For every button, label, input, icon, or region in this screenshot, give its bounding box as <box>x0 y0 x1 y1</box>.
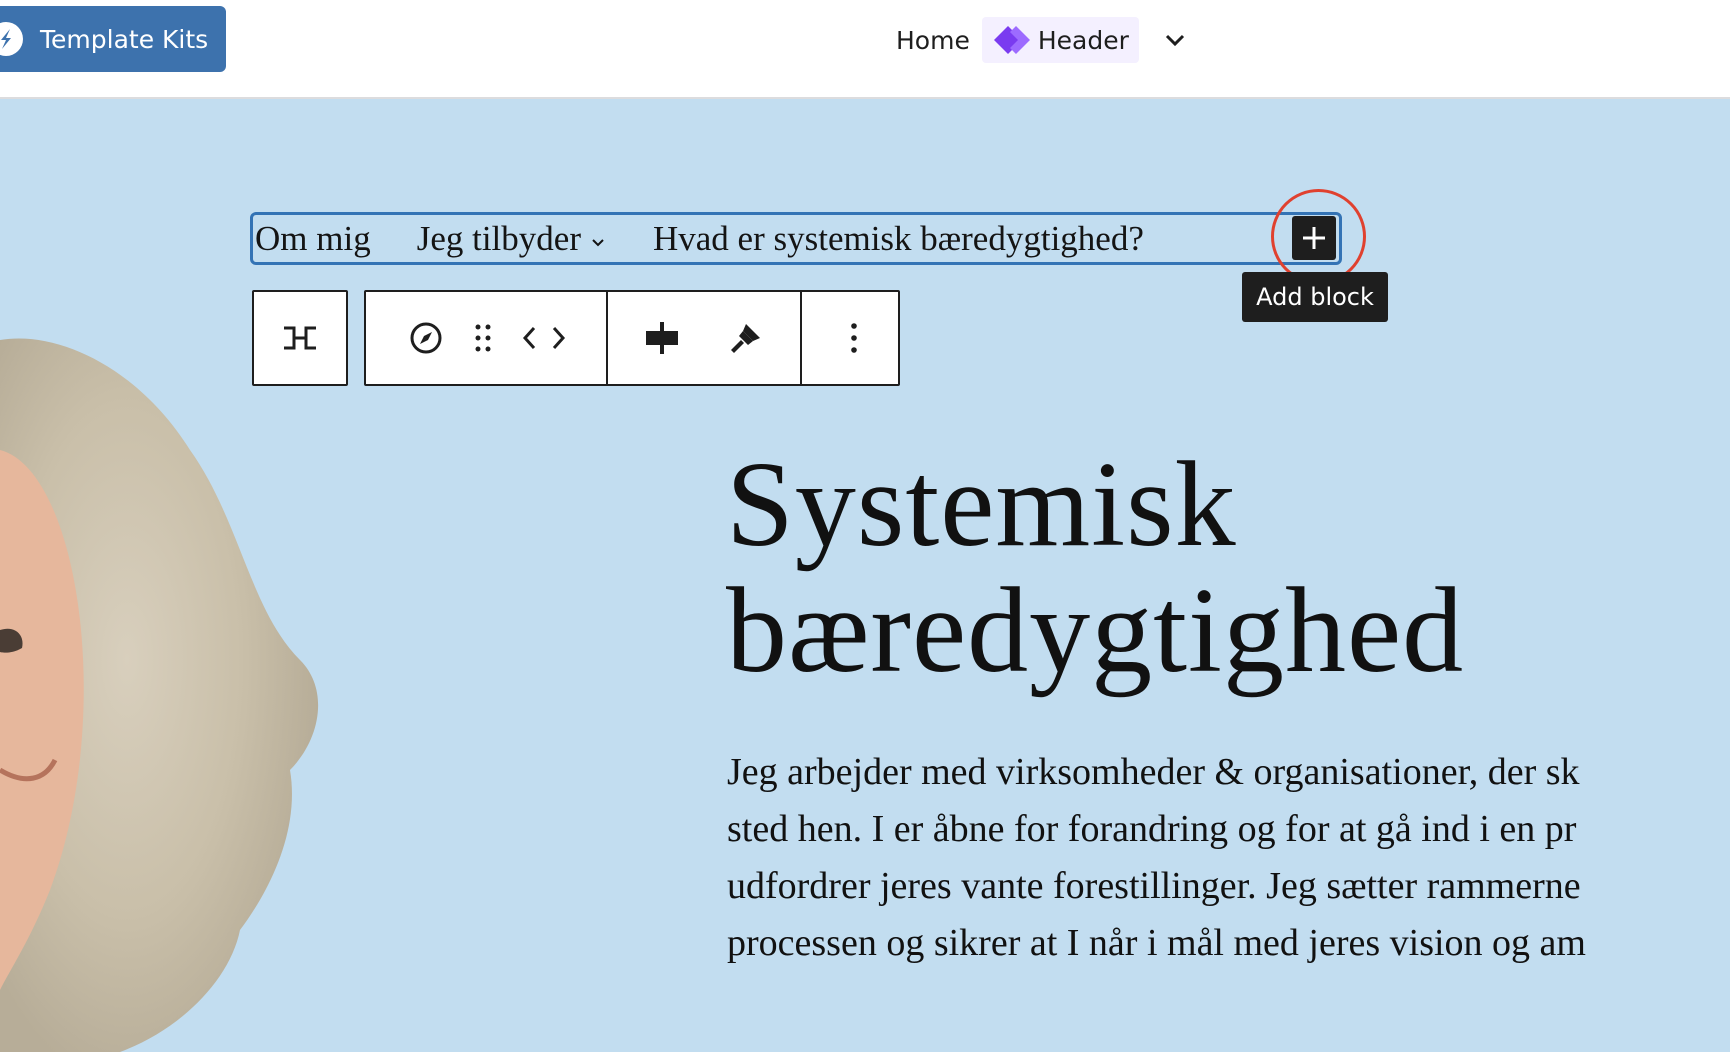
drag-handle-button[interactable] <box>458 292 508 384</box>
add-block-tooltip: Add block <box>1242 272 1388 322</box>
nav-item-om-mig[interactable]: Om mig <box>255 219 371 259</box>
hero-paragraph-line: udfordrer jeres vante forestillinger. Je… <box>727 865 1581 907</box>
navigation-block[interactable]: Om mig Jeg tilbyder Hvad er systemisk bæ… <box>250 212 1342 265</box>
chevron-down-icon[interactable] <box>1161 26 1189 54</box>
styles-button[interactable] <box>716 292 776 384</box>
drag-handle-icon <box>475 324 491 352</box>
template-kits-logo-icon <box>0 22 23 56</box>
justification-button[interactable] <box>632 292 692 384</box>
nav-item-jeg-tilbyder[interactable]: Jeg tilbyder <box>417 219 607 259</box>
breadcrumb-home[interactable]: Home <box>880 26 982 55</box>
template-kits-label: Template Kits <box>40 24 209 54</box>
more-options-icon <box>851 323 857 353</box>
breadcrumb-current-template[interactable]: Header <box>981 17 1139 63</box>
editor-top-bar: Template Kits Home Header <box>0 0 1730 99</box>
move-block-button[interactable] <box>514 292 574 384</box>
block-toolbar-main-group <box>364 290 900 386</box>
document-breadcrumb: Home Header <box>880 16 1189 64</box>
justify-icon <box>646 322 678 354</box>
hero-paragraph-line: Jeg arbejder med virksomheder & organisa… <box>727 751 1580 793</box>
template-part-icon <box>993 26 1030 54</box>
portrait-photo <box>0 338 319 1052</box>
more-options-button[interactable] <box>814 292 894 384</box>
hero-heading-line-2: bæredygtighed <box>726 563 1465 698</box>
hero-paragraph[interactable]: Jeg arbejder med virksomheder & organisa… <box>727 744 1730 972</box>
block-toolbar-parent-group <box>252 290 348 386</box>
compass-icon <box>410 322 442 354</box>
hero-paragraph-line: sted hen. I er åbne for forandring og fo… <box>727 808 1577 850</box>
hero-heading[interactable]: Systemisk bæredygtighed <box>726 442 1464 694</box>
template-kits-button[interactable]: Template Kits <box>0 6 226 72</box>
hero-paragraph-line: processen og sikrer at I når i mål med j… <box>727 922 1586 964</box>
toolbar-separator <box>800 292 802 384</box>
toolbar-separator <box>606 292 608 384</box>
transform-icon <box>284 326 316 350</box>
breadcrumb-header-label: Header <box>1037 25 1129 55</box>
submenu-chevron-icon[interactable] <box>589 233 607 251</box>
transform-block-button[interactable] <box>254 292 346 384</box>
highlight-circle <box>1271 189 1366 284</box>
nav-item-jeg-tilbyder-label: Jeg tilbyder <box>416 218 581 258</box>
style-brush-icon <box>731 324 760 353</box>
nav-item-systemisk-baeredygtighed[interactable]: Hvad er systemisk bæredygtighed? <box>653 219 1144 259</box>
move-arrows-icon <box>522 326 566 350</box>
navigation-select-button[interactable] <box>396 292 456 384</box>
hero-heading-line-1: Systemisk <box>726 437 1237 572</box>
